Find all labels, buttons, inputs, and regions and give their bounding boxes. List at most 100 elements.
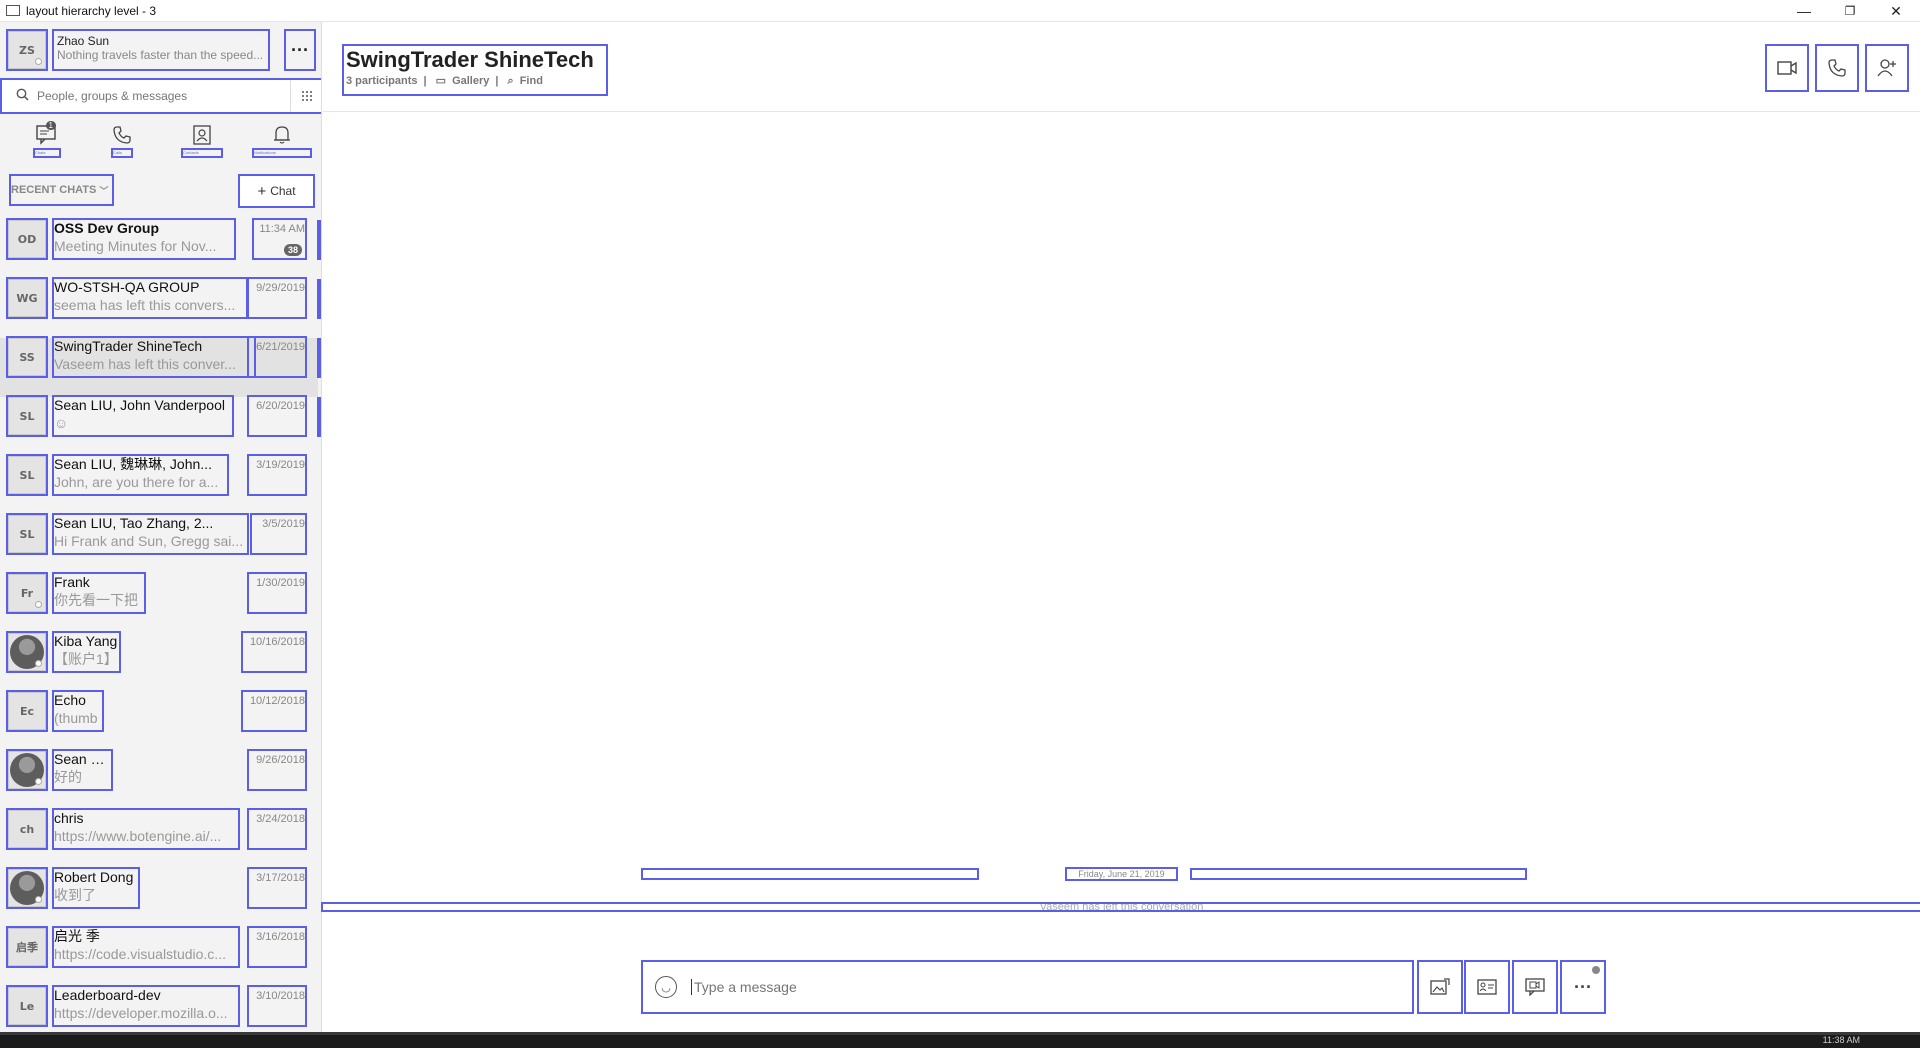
presence-icon xyxy=(35,601,42,608)
chat-list-item[interactable]: 启季 启光 季 https://code.visualstudio.c... 3/16… xyxy=(0,926,318,987)
audio-call-button[interactable] xyxy=(1815,44,1859,92)
nav-tabs: 1 Chats Calls Contacts Notifications xyxy=(0,118,321,180)
restore-button[interactable]: ❐ xyxy=(1827,0,1873,22)
chat-date-text: 9/26/2018 xyxy=(256,754,305,766)
chat-list-item[interactable]: Fr Frank 你先看一下把 1/30/2019 xyxy=(0,572,318,633)
chat-avatar: SL xyxy=(6,395,48,437)
scroll-marker xyxy=(317,397,321,437)
chat-date-text: 3/16/2018 xyxy=(256,931,305,943)
chat-preview: https://code.visualstudio.c... xyxy=(54,946,226,962)
profile-mood: Nothing travels faster than the speed... xyxy=(57,48,264,62)
chat-preview: https://www.botengine.ai/... xyxy=(54,828,222,844)
video-call-button[interactable] xyxy=(1765,44,1809,92)
tab-contacts[interactable]: Contacts xyxy=(172,118,232,180)
chats-badge: 1 xyxy=(45,121,56,130)
taskbar-clock: 11:38 AM xyxy=(1822,1035,1860,1045)
chat-list-item[interactable]: Ec Echo (thumb 10/12/2018 xyxy=(0,690,318,751)
video-message-icon xyxy=(1525,978,1545,996)
chat-date: 6/21/2019 xyxy=(247,336,307,378)
more-icon[interactable]: ··· xyxy=(284,29,316,71)
chat-list-item[interactable]: Sean LIU 好的 9/26/2018 xyxy=(0,749,318,810)
chat-date: 3/24/2018 xyxy=(247,808,307,850)
message-composer[interactable]: ◡ xyxy=(641,960,1414,1014)
video-icon xyxy=(1777,61,1797,75)
conversation-pane: SwingTrader ShineTech 3 participants | ▭ G… xyxy=(321,22,1920,1032)
presence-icon xyxy=(35,660,42,667)
minimize-button[interactable]: — xyxy=(1781,0,1827,22)
chat-avatar: ch xyxy=(6,808,48,850)
profile-avatar[interactable]: ZS xyxy=(6,29,48,71)
chat-name: Sean LIU xyxy=(54,751,111,767)
chat-date-text: 3/19/2019 xyxy=(256,459,305,471)
avatar-initials: SL xyxy=(19,409,35,423)
chat-avatar xyxy=(6,749,48,791)
close-button[interactable]: ✕ xyxy=(1873,0,1919,22)
chat-list-item[interactable]: Kiba Yang 【账户1】 10/16/2018 xyxy=(0,631,318,692)
chat-list-item[interactable]: Robert Dong 收到了 3/17/2018 xyxy=(0,867,318,928)
chat-list-item[interactable]: Le Leaderboard-dev https://developer.mozil… xyxy=(0,985,318,1032)
more-options-button[interactable]: ··· xyxy=(1560,960,1606,1014)
chat-list-item[interactable]: SL Sean LIU, 魏琳琳, John... John, are you th… xyxy=(0,454,318,515)
chat-preview: 收到了 xyxy=(54,887,96,903)
chat-name: Echo xyxy=(54,692,86,708)
video-message-button[interactable] xyxy=(1512,960,1558,1014)
dialpad-icon[interactable] xyxy=(290,80,321,112)
recent-chats-dropdown[interactable]: RECENT CHATS ﹀ xyxy=(9,174,114,206)
find-link[interactable]: Find xyxy=(520,75,543,87)
chat-date-text: 10/16/2018 xyxy=(249,636,305,648)
chat-date-text: 3/24/2018 xyxy=(256,813,305,825)
chat-preview: 【账户1】 xyxy=(54,651,118,667)
chat-list-item[interactable]: OD OSS Dev Group Meeting Minutes for Nov..… xyxy=(0,218,321,279)
phone-icon xyxy=(109,122,135,148)
chat-list-item[interactable]: ch chris https://www.botengine.ai/... 3/24/… xyxy=(0,808,318,869)
new-chat-button[interactable]: + Chat xyxy=(238,174,315,208)
chat-avatar: Fr xyxy=(6,572,48,614)
profile-info[interactable]: Zhao Sun Nothing travels faster than the… xyxy=(52,29,270,71)
avatar-initials: 启季 xyxy=(16,941,38,954)
header-divider xyxy=(323,111,1920,112)
sidebar: ZS Zhao Sun Nothing travels faster than … xyxy=(0,22,322,1032)
taskbar-strip xyxy=(0,1032,1920,1035)
chat-date: 9/26/2018 xyxy=(247,749,307,791)
avatar-initials: WG xyxy=(16,291,38,305)
gallery-link[interactable]: Gallery xyxy=(452,75,489,87)
presence-icon xyxy=(35,778,42,785)
tab-label: Chats xyxy=(33,148,61,158)
chat-list-item[interactable]: SL Sean LIU, Tao Zhang, 2... Hi Frank and … xyxy=(0,513,318,574)
chat-text: Sean LIU 好的 xyxy=(52,749,113,791)
chat-date-text: 3/10/2018 xyxy=(256,990,305,1002)
chat-list-item[interactable]: WG WO-STSH-QA GROUP seema has left this co… xyxy=(0,277,321,338)
send-file-button[interactable] xyxy=(1417,960,1463,1014)
add-people-button[interactable] xyxy=(1865,44,1909,92)
system-message: Vaseem has left this conversation xyxy=(321,902,1920,912)
chat-icon: 1 xyxy=(34,121,60,148)
emoji-icon[interactable]: ◡ xyxy=(655,976,677,998)
message-input[interactable] xyxy=(691,979,1371,995)
chat-list-item[interactable]: SS SwingTrader ShineTech Vaseem has left t… xyxy=(0,336,321,397)
date-divider-label: Friday, June 21, 2019 xyxy=(1065,867,1178,881)
conversation-header[interactable]: SwingTrader ShineTech 3 participants | ▭ G… xyxy=(342,44,608,96)
chevron-down-icon: ﹀ xyxy=(99,185,109,196)
bell-icon xyxy=(269,122,295,148)
search-box[interactable] xyxy=(0,78,321,114)
avatar-initials: ch xyxy=(19,822,35,836)
chat-list-item[interactable]: SL Sean LIU, John Vanderpool ☺ 6/20/2019 xyxy=(0,395,321,456)
chat-date: 3/17/2018 xyxy=(247,867,307,909)
scroll-marker xyxy=(317,220,321,260)
chat-date-text: 1/30/2019 xyxy=(256,577,305,589)
presence-icon xyxy=(35,58,42,65)
tab-notifications[interactable]: Notifications xyxy=(252,118,312,180)
tab-calls[interactable]: Calls xyxy=(92,118,152,180)
chat-date: 10/16/2018 xyxy=(241,631,307,673)
chat-preview: (thumb xyxy=(54,710,98,726)
participants-link[interactable]: 3 participants xyxy=(346,75,418,87)
chat-date-text: 3/17/2018 xyxy=(256,872,305,884)
phone-icon xyxy=(1828,59,1846,77)
chat-preview: 好的 xyxy=(54,769,82,785)
search-input[interactable] xyxy=(37,89,277,103)
chat-avatar xyxy=(6,631,48,673)
send-contact-button[interactable] xyxy=(1464,960,1510,1014)
image-attach-icon xyxy=(1430,978,1450,995)
chat-name: Sean LIU, Tao Zhang, 2... xyxy=(54,515,214,531)
tab-chats[interactable]: 1 Chats xyxy=(17,118,77,180)
